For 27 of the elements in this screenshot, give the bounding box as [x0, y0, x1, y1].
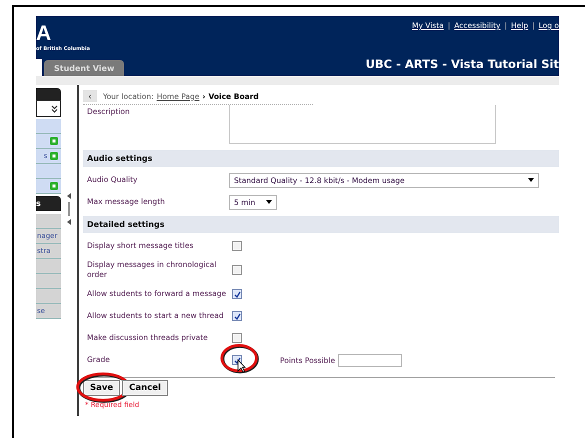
section-header: Detailed settings [83, 216, 559, 233]
add-icon[interactable] [50, 182, 58, 190]
site-title: UBC - ARTS - Vista Tutorial Sit [366, 57, 559, 71]
form-button[interactable]: Save [83, 380, 120, 396]
sidebar-header: s [36, 196, 62, 211]
checkbox[interactable] [232, 333, 242, 343]
sidebar-tab[interactable] [36, 88, 62, 100]
sidebar-field[interactable] [36, 100, 62, 117]
checkbox[interactable] [232, 241, 242, 251]
back-button[interactable]: ‹ [83, 90, 97, 102]
checkbox[interactable] [232, 289, 242, 299]
description-field[interactable] [229, 105, 496, 144]
section-header: Audio settings [83, 150, 559, 167]
logo-letter: A [36, 22, 52, 46]
checkbox[interactable] [232, 265, 242, 275]
sidebar-item[interactable] [36, 134, 62, 149]
cursor-icon [237, 359, 246, 373]
checkbox[interactable] [232, 311, 242, 321]
double-chevron-icon[interactable] [51, 104, 58, 112]
form-button[interactable]: Cancel [122, 380, 168, 396]
dropdown-arrow-icon [266, 200, 272, 204]
points-field[interactable] [338, 354, 402, 366]
sidebar-item[interactable] [36, 164, 62, 179]
tab-edge [36, 59, 42, 76]
dropdown-arrow-icon [528, 178, 534, 182]
collapse-handle-icon[interactable] [66, 193, 72, 227]
sidebar-item[interactable] [36, 179, 62, 194]
